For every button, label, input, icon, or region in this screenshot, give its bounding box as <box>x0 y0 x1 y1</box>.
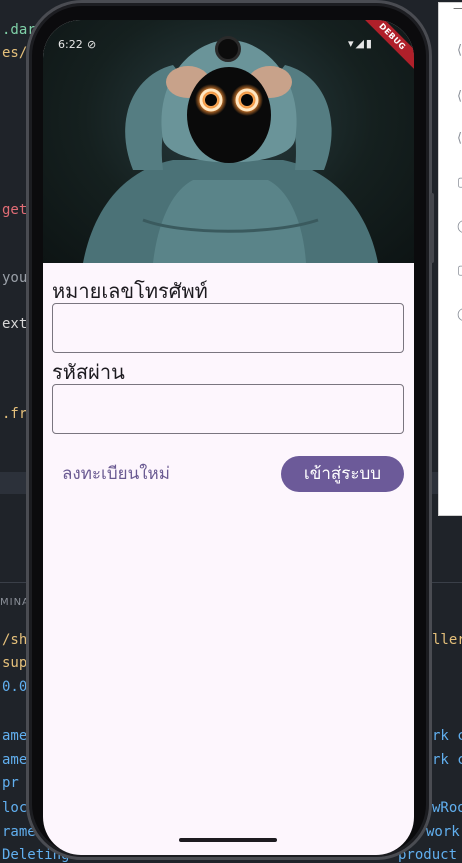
phone-number-input[interactable] <box>52 303 404 353</box>
home-indicator[interactable] <box>179 838 277 842</box>
terminal-line: rk c <box>432 728 462 744</box>
status-time: 6:22 <box>58 38 83 51</box>
terminal-line: loc <box>2 800 28 816</box>
code-line: ext <box>2 316 28 332</box>
tool-icon[interactable]: ▢ <box>457 175 462 190</box>
volume-button <box>430 193 434 263</box>
front-camera <box>215 36 241 62</box>
terminal-line: ame <box>2 752 28 768</box>
terminal-line: sup <box>2 655 28 671</box>
terminal-line: /sh <box>2 632 28 648</box>
login-button[interactable]: เข้าสู่ระบบ <box>281 456 404 492</box>
code-line: get <box>2 202 28 218</box>
tool-icon[interactable]: ⟨ <box>457 89 462 104</box>
terminal-line: 0.0 <box>2 679 28 695</box>
terminal-line: ller <box>432 632 462 648</box>
minimize-icon[interactable]: — <box>453 1 462 15</box>
terminal-line: ame <box>2 728 28 744</box>
phone-screen: 6:22 ⊘ ▾◢▮ DEBUG หมายเลขโทรศัพท์ รหัสผ่า… <box>43 20 414 855</box>
tool-icon[interactable]: ▢ <box>457 263 462 278</box>
side-tool-window: — ⟨ ⟨ ⟨ ▢ ◯ ▢ ◯ <box>438 1 462 516</box>
password-input[interactable] <box>52 384 404 434</box>
signal-battery-icon: ▾◢▮ <box>347 37 374 50</box>
tool-icon[interactable]: ◯ <box>457 219 462 234</box>
terminal-line: pr <box>2 775 19 791</box>
code-line: you <box>2 270 28 286</box>
code-line: .fr <box>2 406 28 422</box>
tool-icon[interactable]: ⟨ <box>457 131 462 146</box>
tool-icon[interactable]: ⟨ <box>457 43 462 58</box>
terminal-line: work <box>426 824 460 840</box>
terminal-line: rk c <box>432 752 462 768</box>
terminal-line: wRoo <box>432 800 462 816</box>
do-not-disturb-icon: ⊘ <box>87 38 97 51</box>
tool-icon[interactable]: ◯ <box>457 307 462 322</box>
register-link[interactable]: ลงทะเบียนใหม่ <box>52 456 180 492</box>
